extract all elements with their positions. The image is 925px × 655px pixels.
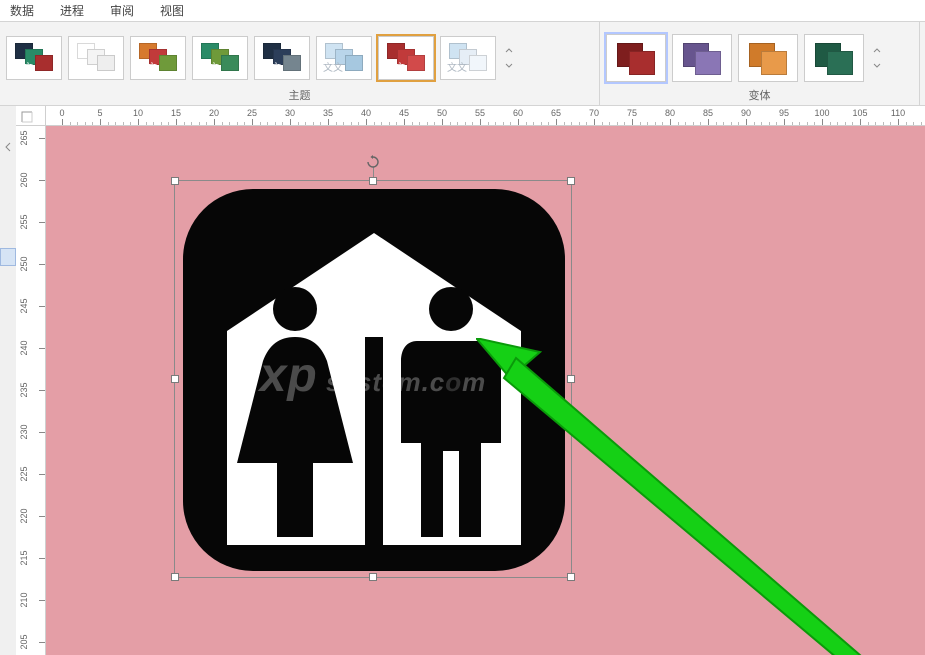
ruler-h-tick: 100 — [814, 108, 829, 118]
theme-thumb-6[interactable]: 文文 — [378, 36, 434, 80]
resize-handle-nw[interactable] — [171, 177, 179, 185]
rotate-icon — [366, 155, 380, 169]
ruler-h-tick: 30 — [285, 108, 295, 118]
ruler-h-tick: 45 — [399, 108, 409, 118]
slide-panel-strip[interactable] — [0, 106, 16, 655]
variant-thumb-1[interactable] — [672, 34, 732, 82]
theme-thumb-2[interactable]: 文文 — [130, 36, 186, 80]
slide-canvas[interactable]: xp xp system.comsystem.com — [46, 126, 925, 655]
theme-thumb-7[interactable]: 文文 — [440, 36, 496, 80]
ribbon-group-variants: 变体 — [600, 22, 920, 105]
slide-thumb-selected[interactable] — [0, 248, 16, 266]
ruler-h-tick: 105 — [852, 108, 867, 118]
ruler-h-tick: 85 — [703, 108, 713, 118]
ruler-v-tick: 240 — [19, 340, 29, 355]
theme-thumb-3[interactable]: 文文 — [192, 36, 248, 80]
ruler-v-tick: 255 — [19, 214, 29, 229]
variants-expand-button[interactable] — [872, 26, 884, 89]
ruler-v-tick: 205 — [19, 634, 29, 649]
theme-thumb-4[interactable]: 文文 — [254, 36, 310, 80]
collapse-caret-icon[interactable] — [3, 142, 13, 152]
selected-object-frame[interactable]: xp xp system.comsystem.com — [174, 180, 572, 578]
resize-handle-n[interactable] — [369, 177, 377, 185]
ruler-h-tick: 55 — [475, 108, 485, 118]
resize-handle-w[interactable] — [171, 375, 179, 383]
ruler-v-tick: 245 — [19, 298, 29, 313]
ruler-horizontal[interactable]: 0 5 10 15 20 25 30 35 40 45 50 55 60 65 70 75 80 85 90 95 10… — [46, 106, 925, 126]
ruler-v-tick: 230 — [19, 424, 29, 439]
variants-gallery — [606, 26, 913, 89]
menu-bar: 数据 进程 审阅 视图 — [0, 0, 925, 22]
theme-thumb-1[interactable] — [68, 36, 124, 80]
ruler-h-tick: 0 — [59, 108, 64, 118]
ruler-corner[interactable] — [16, 106, 46, 126]
editor-area: 0 5 10 15 20 25 30 35 40 45 50 55 60 65 70 75 80 85 90 95 10… — [16, 106, 925, 655]
ribbon: 文文文文文文文文文文文文文文 主题 变体 — [0, 22, 925, 106]
ruler-v-tick: 265 — [19, 130, 29, 145]
themes-expand-button[interactable] — [504, 26, 516, 89]
ruler-h-tick: 20 — [209, 108, 219, 118]
menu-item-review[interactable]: 审阅 — [110, 2, 134, 19]
ruler-h-tick: 25 — [247, 108, 257, 118]
variant-thumb-0[interactable] — [606, 34, 666, 82]
resize-handle-ne[interactable] — [567, 177, 575, 185]
ruler-h-tick: 35 — [323, 108, 333, 118]
ruler-h-tick: 65 — [551, 108, 561, 118]
resize-handle-sw[interactable] — [171, 573, 179, 581]
ruler-h-tick: 5 — [97, 108, 102, 118]
ruler-h-tick: 10 — [133, 108, 143, 118]
resize-handle-se[interactable] — [567, 573, 575, 581]
themes-gallery: 文文文文文文文文文文文文文文 — [6, 26, 593, 89]
ruler-h-tick: 60 — [513, 108, 523, 118]
restroom-sign-icon — [183, 189, 565, 571]
ruler-h-tick: 70 — [589, 108, 599, 118]
ruler-h-tick: 90 — [741, 108, 751, 118]
ruler-v-tick: 220 — [19, 508, 29, 523]
ruler-h-tick: 40 — [361, 108, 371, 118]
ribbon-group-themes: 文文文文文文文文文文文文文文 主题 — [0, 22, 600, 105]
variant-thumb-3[interactable] — [804, 34, 864, 82]
ruler-v-tick: 215 — [19, 550, 29, 565]
ruler-v-tick: 250 — [19, 256, 29, 271]
themes-group-label: 主题 — [6, 89, 593, 103]
rotate-handle[interactable] — [366, 155, 380, 169]
ruler-h-tick: 15 — [171, 108, 181, 118]
workspace: 0 5 10 15 20 25 30 35 40 45 50 55 60 65 70 75 80 85 90 95 10… — [0, 106, 925, 655]
resize-handle-e[interactable] — [567, 375, 575, 383]
ruler-v-tick: 260 — [19, 172, 29, 187]
variants-group-label: 变体 — [606, 89, 913, 103]
ruler-v-tick: 210 — [19, 592, 29, 607]
theme-thumb-5[interactable]: 文文 — [316, 36, 372, 80]
ruler-h-tick: 80 — [665, 108, 675, 118]
theme-thumb-0[interactable]: 文文 — [6, 36, 62, 80]
ruler-h-tick: 110 — [891, 108, 905, 118]
ruler-v-tick: 225 — [19, 466, 29, 481]
menu-item-process[interactable]: 进程 — [60, 2, 84, 19]
ruler-vertical[interactable]: 265 260 255 250 245 240 235 230 225 220 215 210 205 — [16, 126, 46, 655]
ruler-h-tick: 95 — [779, 108, 789, 118]
menu-item-view[interactable]: 视图 — [160, 2, 184, 19]
ruler-v-tick: 235 — [19, 382, 29, 397]
ruler-h-tick: 50 — [437, 108, 447, 118]
menu-item-data[interactable]: 数据 — [10, 2, 34, 19]
variant-thumb-2[interactable] — [738, 34, 798, 82]
ruler-origin-icon — [20, 110, 34, 124]
ruler-h-tick: 75 — [627, 108, 637, 118]
resize-handle-s[interactable] — [369, 573, 377, 581]
